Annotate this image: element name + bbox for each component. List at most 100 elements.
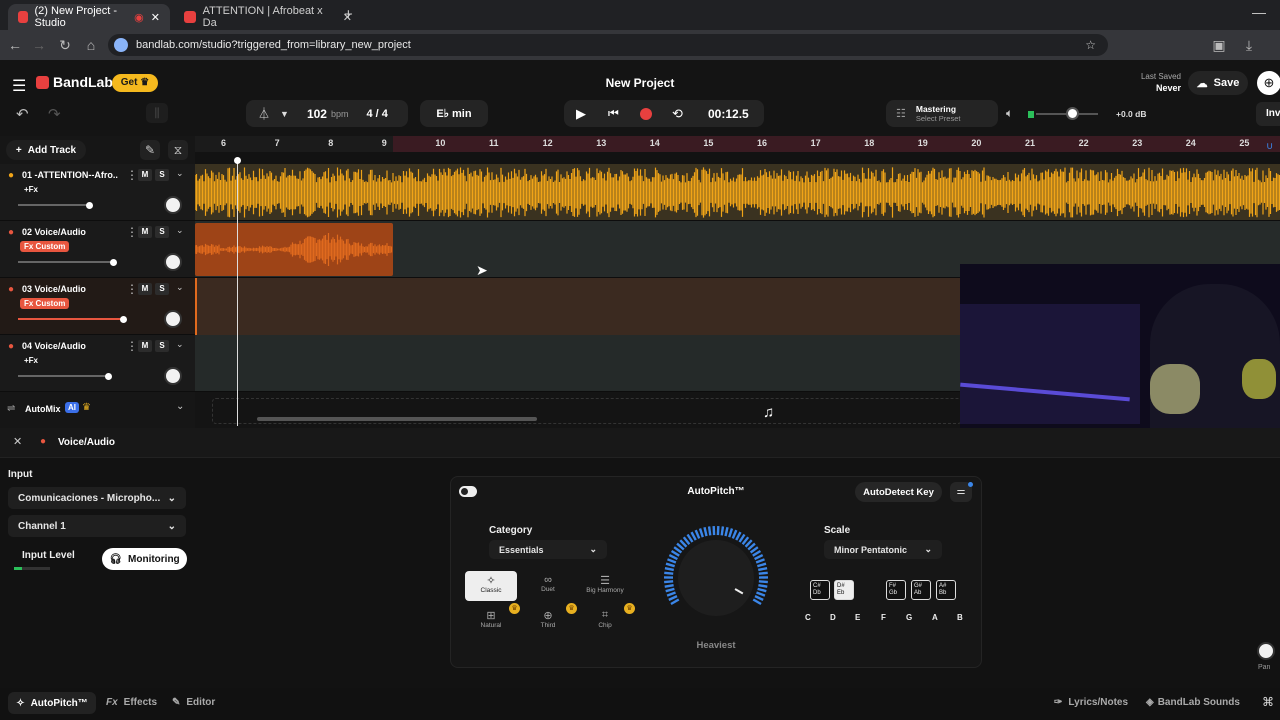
track-header-1[interactable]: ● 01 -ATTENTION--Afro... ⋮ M S ⌄ +Fx bbox=[0, 164, 195, 221]
key-c-sharp[interactable]: C# Db bbox=[810, 580, 830, 600]
fx-button[interactable]: +Fx bbox=[20, 184, 42, 195]
monitoring-button[interactable]: 🎧︎ Monitoring bbox=[102, 548, 187, 570]
key-b[interactable]: B bbox=[957, 613, 963, 622]
mixer-icon[interactable]: ⫼ bbox=[146, 103, 168, 123]
time-signature[interactable]: 4 / 4 bbox=[366, 108, 387, 120]
volume-slider[interactable] bbox=[18, 372, 112, 380]
browser-tab-studio[interactable]: (2) New Project - Studio ◉ ✕ bbox=[8, 4, 170, 30]
track-name[interactable]: 03 Voice/Audio bbox=[22, 284, 118, 294]
knob-body[interactable] bbox=[678, 540, 754, 616]
autodetect-key-button[interactable]: AutoDetect Key bbox=[855, 482, 942, 502]
site-info-icon[interactable] bbox=[114, 38, 128, 52]
mute-button[interactable]: M bbox=[138, 340, 152, 352]
menu-icon[interactable]: ☰ bbox=[12, 76, 26, 96]
playhead-handle[interactable] bbox=[234, 157, 241, 164]
fx-custom-badge[interactable]: Fx Custom bbox=[20, 241, 70, 252]
mute-button[interactable]: M bbox=[138, 226, 152, 238]
chevron-down-icon[interactable]: ⌄ bbox=[176, 401, 184, 412]
close-editor-icon[interactable]: ✕ bbox=[13, 435, 22, 448]
url-field[interactable]: bandlab.com/studio?triggered_from=librar… bbox=[108, 34, 1108, 56]
master-volume-slider[interactable] bbox=[1026, 107, 1098, 120]
fx-button[interactable]: +Fx bbox=[20, 355, 42, 366]
reload-icon[interactable]: ↻ bbox=[56, 36, 74, 54]
expand-icon[interactable]: ⌄ bbox=[176, 168, 184, 179]
key-d[interactable]: D bbox=[830, 613, 836, 622]
loop-icon[interactable]: ⟲ bbox=[672, 106, 708, 122]
tab-bandlab-sounds[interactable]: ◈ BandLab Sounds bbox=[1146, 697, 1240, 708]
category-big-harmony[interactable]: ☰ Big Harmony bbox=[579, 571, 631, 601]
track-options-icon[interactable]: ⋮ bbox=[126, 339, 138, 353]
globe-icon[interactable]: ⊕ bbox=[1257, 71, 1280, 95]
autopitch-toggle[interactable] bbox=[459, 486, 477, 497]
volume-slider[interactable] bbox=[18, 201, 93, 209]
input-device-select[interactable]: Comunicaciones - Micropho... ⌄ bbox=[8, 487, 186, 509]
new-tab-icon[interactable]: + bbox=[344, 6, 353, 23]
key-selector[interactable]: E♭ min bbox=[420, 100, 488, 127]
browser-tab-youtube[interactable]: ATTENTION | Afrobeat x Da ✕ bbox=[174, 4, 362, 30]
category-chip[interactable]: ⌗ Chip bbox=[579, 606, 631, 636]
speaker-icon[interactable]: 🔈︎ bbox=[1006, 106, 1013, 121]
playhead[interactable] bbox=[237, 160, 238, 426]
track-options-icon[interactable]: ⋮ bbox=[126, 282, 138, 296]
volume-slider-knob[interactable] bbox=[120, 315, 127, 323]
command-icon[interactable]: ⌘ bbox=[1262, 695, 1274, 709]
key-a-sharp[interactable]: A# Bb bbox=[936, 580, 956, 600]
tab-editor[interactable]: ✎ Editor bbox=[172, 697, 215, 708]
audio-clip-track-2[interactable] bbox=[194, 223, 393, 276]
sidepanel-icon[interactable]: ▣ bbox=[1210, 36, 1228, 54]
fx-custom-badge[interactable]: Fx Custom bbox=[20, 298, 70, 309]
key-f-sharp[interactable]: F# Gb bbox=[886, 580, 906, 600]
minimize-window-icon[interactable]: — bbox=[1252, 4, 1266, 20]
tab-lyrics-notes[interactable]: ✑ Lyrics/Notes bbox=[1054, 697, 1128, 708]
tab-autopitch[interactable]: ✧ AutoPitch™ bbox=[8, 692, 96, 714]
recording-region-track-3[interactable] bbox=[195, 278, 961, 335]
redo-icon[interactable]: ↷ bbox=[48, 105, 61, 123]
undo-icon[interactable]: ↶ bbox=[16, 105, 29, 123]
track-lane-1[interactable] bbox=[194, 164, 1280, 221]
solo-button[interactable]: S bbox=[155, 226, 169, 238]
tools-icon[interactable]: ✎ bbox=[140, 140, 160, 160]
mute-button[interactable]: M bbox=[138, 283, 152, 295]
invite-button[interactable]: Inv bbox=[1256, 102, 1280, 126]
save-button[interactable]: ☁ Save bbox=[1188, 71, 1248, 95]
scale-select[interactable]: Minor Pentatonic ⌄ bbox=[824, 540, 942, 559]
collapse-icon[interactable]: ⧖ bbox=[168, 140, 188, 160]
skip-to-start-icon[interactable]: ⏮ bbox=[608, 106, 640, 121]
forward-icon[interactable]: → bbox=[30, 36, 48, 54]
track-name[interactable]: 01 -ATTENTION--Afro... bbox=[22, 170, 118, 180]
key-c[interactable]: C bbox=[805, 613, 811, 622]
get-membership-button[interactable]: Get ♛ bbox=[112, 74, 158, 92]
record-icon[interactable] bbox=[640, 107, 672, 120]
expand-icon[interactable]: ⌄ bbox=[176, 339, 184, 350]
expand-icon[interactable]: ⌄ bbox=[176, 225, 184, 236]
play-icon[interactable]: ▶ bbox=[576, 106, 608, 122]
solo-button[interactable]: S bbox=[155, 283, 169, 295]
track-options-icon[interactable]: ⋮ bbox=[126, 168, 138, 182]
track-header-2[interactable]: ● 02 Voice/Audio ⋮ M S ⌄ Fx Custom bbox=[0, 221, 195, 278]
key-g-sharp[interactable]: G# Ab bbox=[911, 580, 931, 600]
pan-knob[interactable] bbox=[164, 253, 182, 271]
close-tab-icon[interactable]: ✕ bbox=[151, 11, 160, 24]
key-e[interactable]: E bbox=[855, 613, 860, 622]
track-name[interactable]: 04 Voice/Audio bbox=[22, 341, 118, 351]
volume-slider-knob[interactable] bbox=[105, 372, 112, 380]
download-icon[interactable]: ⤓ bbox=[1240, 36, 1258, 54]
track-options-icon[interactable]: ⋮ bbox=[126, 225, 138, 239]
bpm-value[interactable]: 102 bbox=[307, 107, 327, 121]
track-header-4[interactable]: ● 04 Voice/Audio ⋮ M S ⌄ +Fx bbox=[0, 335, 195, 392]
volume-slider-knob[interactable] bbox=[110, 258, 117, 266]
category-classic[interactable]: ✧ Classic bbox=[465, 571, 517, 601]
channel-select[interactable]: Channel 1 ⌄ bbox=[8, 515, 186, 537]
key-f[interactable]: F bbox=[881, 613, 886, 622]
volume-slider[interactable] bbox=[18, 315, 127, 323]
mute-button[interactable]: M bbox=[138, 169, 152, 181]
horizontal-scrollbar[interactable] bbox=[257, 417, 537, 421]
bookmark-star-icon[interactable]: ☆ bbox=[1085, 38, 1096, 52]
pan-knob[interactable] bbox=[164, 367, 182, 385]
magnet-icon[interactable]: ∪ bbox=[1266, 141, 1273, 152]
tab-effects[interactable]: Fx Effects bbox=[106, 697, 157, 708]
autopitch-strength-knob[interactable] bbox=[656, 526, 782, 630]
pan-knob[interactable] bbox=[164, 310, 182, 328]
key-d-sharp[interactable]: D# Eb bbox=[834, 580, 854, 600]
metronome-dropdown-icon[interactable]: ▼ bbox=[280, 109, 289, 119]
